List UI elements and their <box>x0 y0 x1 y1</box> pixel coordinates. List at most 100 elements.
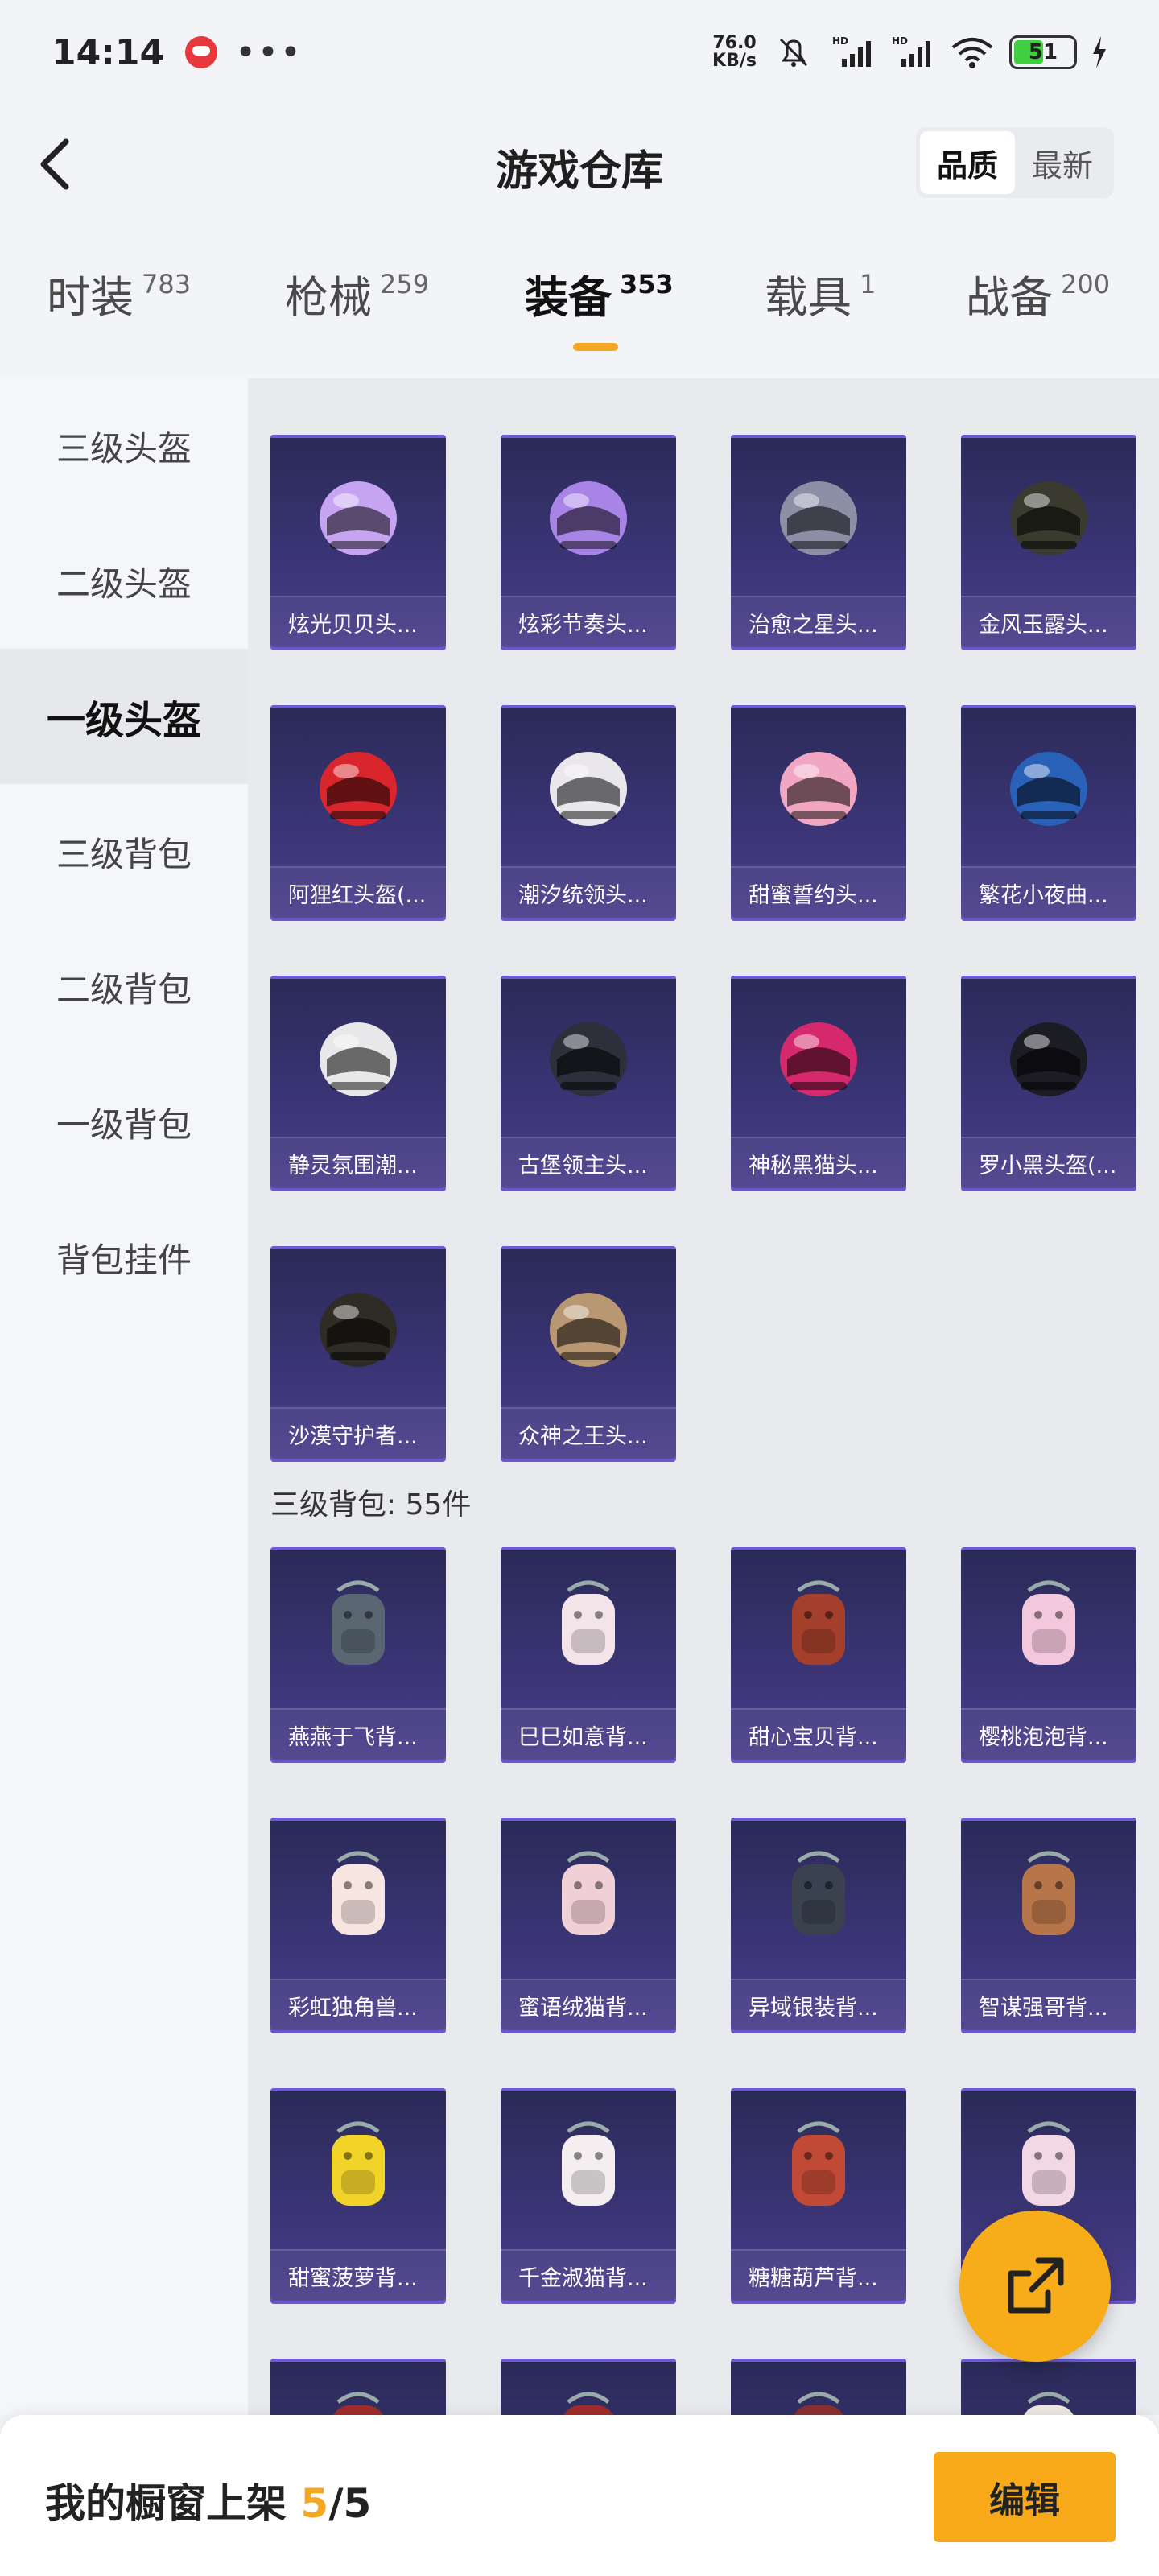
helmet-item-card[interactable]: 治愈之星头... <box>731 435 906 647</box>
item-content: 炫光贝贝头... 炫彩节奏头... 治愈之星头... 金风玉露头... 阿狸红头盔(..… <box>248 378 1159 2415</box>
share-button[interactable] <box>959 2211 1111 2362</box>
backpack-item-name: 甜心宝贝背... <box>731 1708 906 1760</box>
signal-hd-icon-2: HD <box>892 35 930 67</box>
backpack-item-card[interactable]: 蜜语绒猫背... <box>501 1818 676 2030</box>
backpack-icon <box>332 1851 385 1935</box>
helmet-item-name: 静灵氛围潮... <box>270 1137 446 1188</box>
helmet-item-name: 古堡领主头... <box>501 1137 676 1188</box>
backpack-item-name: 千金淑猫背... <box>501 2249 676 2301</box>
helmet-icon <box>550 481 627 555</box>
network-speed: 76.0 KB/s <box>712 33 757 71</box>
sort-quality-button[interactable]: 品质 <box>920 131 1015 194</box>
helmet-item-card[interactable]: 炫彩节奏头... <box>501 435 676 647</box>
app-notification-icon <box>185 36 218 68</box>
sort-latest-button[interactable]: 最新 <box>1015 131 1110 194</box>
sort-switch: 品质 最新 <box>916 127 1114 198</box>
backpack-icon <box>562 1851 615 1935</box>
helmet-item-card[interactable]: 古堡领主头... <box>501 976 676 1188</box>
helmet-item-card[interactable]: 静灵氛围潮... <box>270 976 446 1188</box>
backpack-item-card[interactable]: 燕燕于飞背... <box>270 1547 446 1760</box>
helmet-icon <box>1010 481 1087 555</box>
helmet-item-card[interactable]: 罗小黑头盔(... <box>961 976 1136 1188</box>
helmet-icon <box>780 1022 857 1096</box>
backpack-item-name: 樱桃泡泡背... <box>961 1708 1136 1760</box>
mute-bell-icon <box>779 38 808 67</box>
sidebar-item-level3-helmet[interactable]: 三级头盔 <box>0 378 248 514</box>
sidebar-item-backpack-pendant[interactable]: 背包挂件 <box>0 1190 248 1325</box>
backpack-icon <box>792 1580 845 1665</box>
backpack-item-name: 智谋强哥背... <box>961 1979 1136 2030</box>
tab-supplies[interactable]: 战备 200 <box>966 266 1110 354</box>
helmet-item-name: 治愈之星头... <box>731 596 906 647</box>
edit-button[interactable]: 编辑 <box>934 2452 1116 2542</box>
helmet-icon <box>320 1293 397 1367</box>
backpack-item-name: 燕燕于飞背... <box>270 1708 446 1760</box>
backpack-item-card[interactable]: 樱桃泡泡背... <box>961 1547 1136 1760</box>
sidebar-item-level1-backpack[interactable]: 一级背包 <box>0 1055 248 1190</box>
helmet-item-name: 金风玉露头... <box>961 596 1136 647</box>
helmet-icon <box>320 1022 397 1096</box>
backpack-item-name: 异域银装背... <box>731 1979 906 2030</box>
helmet-icon <box>320 752 397 826</box>
backpack-item-card[interactable] <box>731 2359 906 2415</box>
bottom-bar: 我的橱窗上架 5/5 编辑 <box>0 2415 1159 2576</box>
sidebar-item-level3-backpack[interactable]: 三级背包 <box>0 784 248 919</box>
helmet-icon <box>550 752 627 826</box>
sidebar-item-level2-helmet[interactable]: 二级头盔 <box>0 514 248 649</box>
backpack-item-card[interactable]: 千金淑猫背... <box>501 2088 676 2301</box>
helmet-icon <box>780 481 857 555</box>
backpack-icon <box>1022 1851 1075 1935</box>
backpack-icon <box>1024 2392 1074 2415</box>
share-out-icon <box>1008 2257 1064 2314</box>
status-time: 14:14 <box>52 31 165 73</box>
helmet-item-card[interactable]: 众神之王头... <box>501 1246 676 1459</box>
svg-text:HD: HD <box>892 35 908 47</box>
helmet-item-name: 繁花小夜曲... <box>961 866 1136 918</box>
backpack-item-card[interactable] <box>270 2359 446 2415</box>
helmet-item-card[interactable]: 沙漠守护者... <box>270 1246 446 1459</box>
helmet-item-name: 阿狸红头盔(... <box>270 866 446 918</box>
backpack-icon <box>1022 2121 1075 2206</box>
backpack-item-card[interactable]: 异域银装背... <box>731 1818 906 2030</box>
backpack-item-name: 彩虹独角兽... <box>270 1979 446 2030</box>
helmet-item-card[interactable]: 潮汐统领头... <box>501 705 676 918</box>
signal-hd-icon: HD <box>832 35 871 67</box>
backpack-item-card[interactable] <box>501 2359 676 2415</box>
svg-text:HD: HD <box>832 35 848 47</box>
backpack-item-card[interactable]: 甜心宝贝背... <box>731 1547 906 1760</box>
helmet-item-card[interactable]: 繁花小夜曲... <box>961 705 1136 918</box>
sidebar-item-level2-backpack[interactable]: 二级背包 <box>0 919 248 1055</box>
status-bar: 14:14 ••• 76.0 KB/s HD HD 51 <box>0 0 1159 105</box>
backpack-item-card[interactable]: 彩虹独角兽... <box>270 1818 446 2030</box>
helmet-item-name: 神秘黑猫头... <box>731 1137 906 1188</box>
backpack-icon <box>563 2392 613 2415</box>
backpack-item-name: 巳巳如意背... <box>501 1708 676 1760</box>
helmet-icon <box>780 752 857 826</box>
backpack-item-card[interactable] <box>961 2359 1136 2415</box>
wifi-icon <box>951 38 993 68</box>
backpack-icon <box>333 2392 383 2415</box>
category-tabs: 时装 783 枪械 259 装备 353 载具 1 战备 200 <box>0 266 1159 378</box>
helmet-item-card[interactable]: 炫光贝贝头... <box>270 435 446 647</box>
helmet-item-name: 炫光贝贝头... <box>270 596 446 647</box>
helmet-item-name: 罗小黑头盔(... <box>961 1137 1136 1188</box>
helmet-icon <box>320 481 397 555</box>
backpack-item-card[interactable]: 糖糖葫芦背... <box>731 2088 906 2301</box>
helmet-item-card[interactable]: 阿狸红头盔(... <box>270 705 446 918</box>
helmet-item-card[interactable]: 神秘黑猫头... <box>731 976 906 1188</box>
tab-equipment[interactable]: 装备 353 <box>525 266 674 354</box>
tab-fashion[interactable]: 时装 783 <box>47 266 191 354</box>
backpack-item-card[interactable]: 智谋强哥背... <box>961 1818 1136 2030</box>
showcase-count: 我的橱窗上架 5/5 <box>45 2480 372 2527</box>
helmet-item-name: 炫彩节奏头... <box>501 596 676 647</box>
backpack-item-card[interactable]: 甜蜜菠萝背... <box>270 2088 446 2301</box>
sidebar-item-level1-helmet[interactable]: 一级头盔 <box>0 649 248 784</box>
tab-vehicles[interactable]: 载具 1 <box>765 266 876 354</box>
backpack-item-name: 蜜语绒猫背... <box>501 1979 676 2030</box>
helmet-item-card[interactable]: 甜蜜誓约头... <box>731 705 906 918</box>
helmet-item-card[interactable]: 金风玉露头... <box>961 435 1136 647</box>
tab-firearms[interactable]: 枪械 259 <box>285 266 429 354</box>
header: 游戏仓库 品质 最新 <box>0 113 1159 217</box>
backpack-item-card[interactable]: 巳巳如意背... <box>501 1547 676 1760</box>
backpack-icon <box>1022 1580 1075 1665</box>
